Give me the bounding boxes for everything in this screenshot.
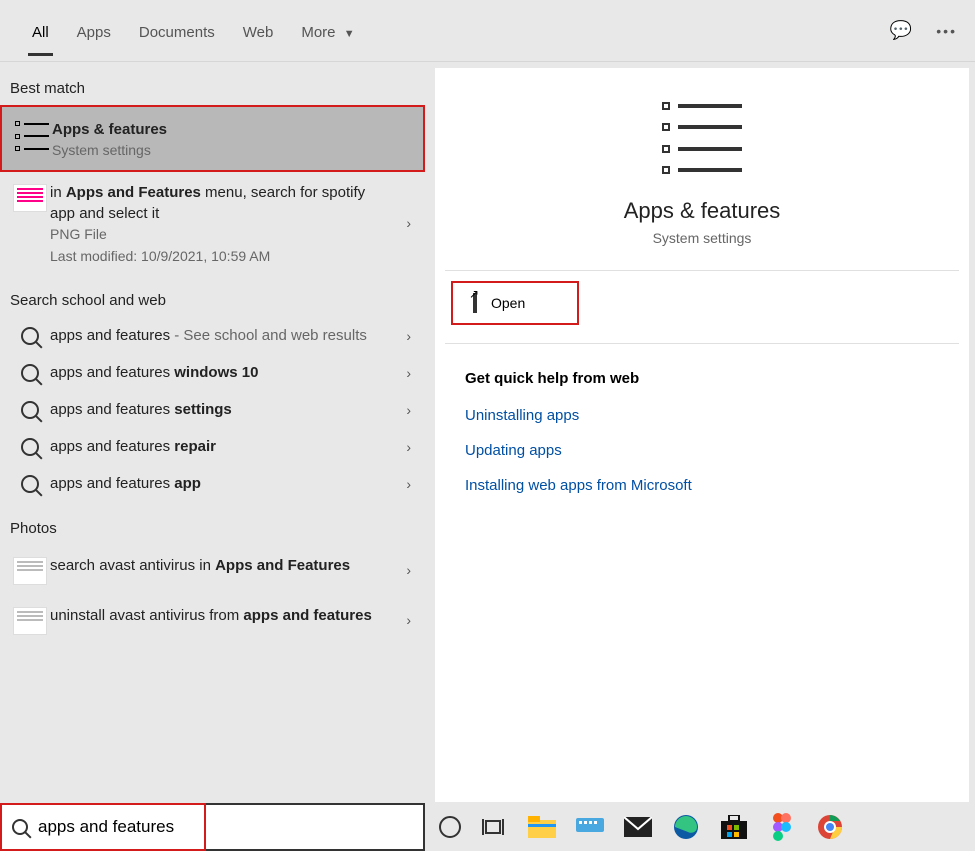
more-options-icon[interactable]: ••• [936,23,957,39]
chevron-down-icon: ▼ [344,28,355,40]
file-explorer-icon[interactable] [527,812,557,842]
taskbar [425,803,975,851]
task-view-icon[interactable] [479,812,509,842]
tab-all[interactable]: All [18,6,63,55]
search-icon [21,438,39,456]
tab-more-label: More [301,24,335,41]
web-suggest-1[interactable]: apps and features - See school and web r… [0,317,425,354]
web-suggest-4[interactable]: apps and features repair › [0,428,425,465]
feedback-icon[interactable]: 💬 [890,20,912,41]
search-icon [21,327,39,345]
search-icon [21,401,39,419]
result-title: in Apps and Features menu, search for sp… [50,182,387,224]
section-best-match: Best match [0,62,425,105]
store-icon[interactable] [719,812,749,842]
search-input[interactable] [38,817,413,837]
image-thumbnail-icon [13,557,47,585]
chevron-right-icon: › [406,402,411,418]
list-icon [15,121,49,151]
open-button[interactable]: Open [451,281,579,325]
photo-result-1[interactable]: search avast antivirus in Apps and Featu… [0,545,425,595]
open-label: Open [491,295,525,311]
chevron-right-icon: › [406,439,411,455]
web-suggest-5[interactable]: apps and features app › [0,465,425,502]
figma-icon[interactable] [767,812,797,842]
tab-web[interactable]: Web [229,6,288,55]
search-icon [21,475,39,493]
image-thumbnail-icon [13,607,47,635]
preview-subtitle: System settings [653,230,752,246]
chrome-icon[interactable] [815,812,845,842]
result-png-file[interactable]: in Apps and Features menu, search for sp… [0,172,425,274]
chevron-right-icon: › [406,562,411,578]
edge-icon[interactable] [671,812,701,842]
help-link-update[interactable]: Updating apps [465,442,939,459]
keyboard-icon[interactable] [575,812,605,842]
chevron-right-icon: › [406,476,411,492]
mail-icon[interactable] [623,812,653,842]
cortana-icon[interactable] [439,816,461,838]
result-title: Apps & features [52,119,385,140]
result-filetype: PNG File [50,226,387,242]
open-external-icon [473,295,477,311]
photo-result-2[interactable]: uninstall avast antivirus from apps and … [0,595,425,645]
help-section-title: Get quick help from web [465,370,939,387]
image-thumbnail-icon [13,184,47,212]
section-photos: Photos [0,502,425,545]
result-apps-features[interactable]: Apps & features System settings [0,105,425,172]
web-suggest-2[interactable]: apps and features windows 10 › [0,354,425,391]
chevron-right-icon: › [406,365,411,381]
chevron-right-icon: › [406,612,411,628]
section-search-web: Search school and web [0,274,425,317]
search-bar[interactable] [0,803,425,851]
search-scope-tabs: All Apps Documents Web More ▼ 💬 ••• [0,0,975,62]
app-list-icon [662,102,742,174]
tab-documents[interactable]: Documents [125,6,229,55]
preview-title: Apps & features [624,198,781,224]
chevron-right-icon: › [406,215,411,231]
preview-panel: Apps & features System settings Open Get… [435,68,969,802]
search-icon [21,364,39,382]
chevron-right-icon: › [406,328,411,344]
tab-apps[interactable]: Apps [63,6,125,55]
result-modified: Last modified: 10/9/2021, 10:59 AM [50,248,387,264]
web-suggest-3[interactable]: apps and features settings › [0,391,425,428]
results-column: Best match Apps & features System settin… [0,62,425,802]
tab-more[interactable]: More ▼ [287,6,368,55]
help-link-install-web[interactable]: Installing web apps from Microsoft [465,477,939,494]
result-subtitle: System settings [52,142,385,158]
help-link-uninstall[interactable]: Uninstalling apps [465,407,939,424]
search-icon [12,819,28,835]
